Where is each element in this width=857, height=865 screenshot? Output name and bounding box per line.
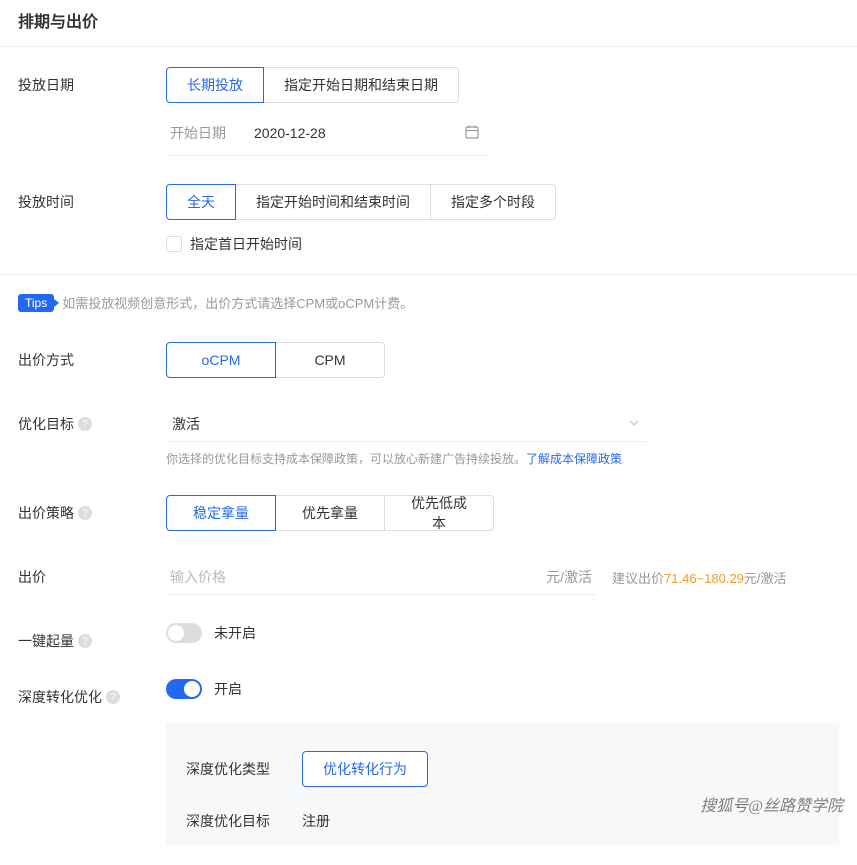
label-delivery-time: 投放时间 [18, 184, 166, 212]
help-icon[interactable]: ? [78, 417, 92, 431]
option-strategy-priority[interactable]: 优先拿量 [275, 495, 385, 531]
start-date-input[interactable]: 开始日期 2020-12-28 [166, 117, 486, 156]
label-optimize-goal: 优化目标 ? [18, 406, 166, 434]
option-ocpm[interactable]: oCPM [166, 342, 276, 378]
firstday-checkbox[interactable] [166, 236, 182, 252]
help-icon[interactable]: ? [78, 634, 92, 648]
bid-method-options: oCPM CPM [166, 342, 839, 378]
label-one-click-boost: 一键起量 ? [18, 623, 166, 651]
bid-price-unit: 元/激活 [546, 567, 592, 587]
label-delivery-date: 投放日期 [18, 67, 166, 95]
deep-conversion-panel: 深度优化类型 优化转化行为 深度优化目标 注册 [166, 723, 839, 845]
cost-policy-link[interactable]: 了解成本保障政策 [526, 452, 622, 466]
tips-badge: Tips [18, 294, 54, 312]
option-strategy-stable[interactable]: 稳定拿量 [166, 495, 276, 531]
bid-price-placeholder: 输入价格 [170, 567, 546, 587]
deep-type-option[interactable]: 优化转化行为 [302, 751, 428, 787]
boost-toggle[interactable] [166, 623, 202, 643]
deep-goal-value: 注册 [302, 811, 330, 831]
label-bid-method: 出价方式 [18, 342, 166, 370]
page-title: 排期与出价 [18, 8, 839, 32]
label-deep-type: 深度优化类型 [186, 759, 302, 779]
deep-conversion-toggle[interactable] [166, 679, 202, 699]
option-strategy-lowcost[interactable]: 优先低成本 [384, 495, 494, 531]
label-bid-strategy: 出价策略 ? [18, 495, 166, 523]
deep-conversion-status: 开启 [214, 679, 242, 699]
option-cpm[interactable]: CPM [275, 342, 385, 378]
delivery-date-options: 长期投放 指定开始日期和结束日期 [166, 67, 839, 103]
start-date-label: 开始日期 [166, 117, 244, 149]
option-allday[interactable]: 全天 [166, 184, 236, 220]
label-deep-conversion: 深度转化优化 ? [18, 679, 166, 707]
label-deep-goal: 深度优化目标 [186, 811, 302, 831]
calendar-icon [464, 124, 486, 143]
help-icon[interactable]: ? [78, 506, 92, 520]
boost-status: 未开启 [214, 623, 256, 643]
goal-help-text: 你选择的优化目标支持成本保障政策，可以放心新建广告持续投放。了解成本保障政策 [166, 450, 839, 467]
firstday-checkbox-label: 指定首日开始时间 [190, 234, 302, 254]
option-multi-period[interactable]: 指定多个时段 [430, 184, 556, 220]
option-longterm[interactable]: 长期投放 [166, 67, 264, 103]
start-date-value: 2020-12-28 [244, 119, 464, 147]
bid-price-input[interactable]: 输入价格 元/激活 [166, 559, 596, 595]
tips-text: 如需投放视频创意形式，出价方式请选择CPM或oCPM计费。 [62, 293, 413, 312]
bid-strategy-options: 稳定拿量 优先拿量 优先低成本 [166, 495, 839, 531]
bid-suggestion: 建议出价71.46~180.29元/激活 [612, 568, 787, 587]
optimize-goal-value: 激活 [172, 414, 200, 434]
option-date-range[interactable]: 指定开始日期和结束日期 [263, 67, 459, 103]
optimize-goal-select[interactable]: 激活 [166, 406, 646, 442]
watermark: 搜狐号@丝路赞学院 [700, 792, 843, 816]
chevron-down-icon [628, 416, 640, 432]
option-time-range[interactable]: 指定开始时间和结束时间 [235, 184, 431, 220]
help-icon[interactable]: ? [106, 690, 120, 704]
label-bid-price: 出价 [18, 559, 166, 587]
delivery-time-options: 全天 指定开始时间和结束时间 指定多个时段 [166, 184, 839, 220]
